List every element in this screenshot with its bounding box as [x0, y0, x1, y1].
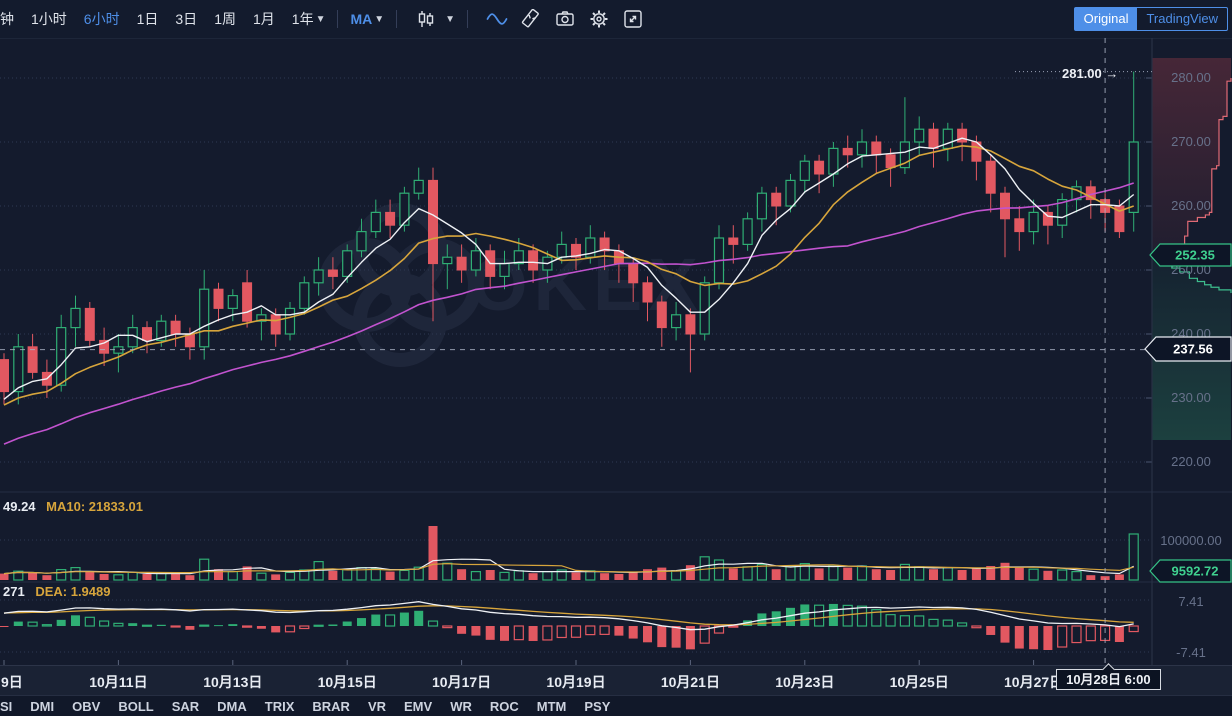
date-tick-10月19日: 10月19日 — [546, 672, 605, 692]
screenshot-camera-icon[interactable] — [552, 6, 578, 32]
timeframe-chevron-down-icon[interactable]: ▼ — [316, 14, 326, 25]
crosshair-time-tooltip: 10月28日 6:00 — [1056, 669, 1161, 690]
mode-option-original[interactable]: Original — [1075, 8, 1138, 30]
timeframe-1月[interactable]: 1月 — [253, 9, 275, 29]
date-tick-10月21日: 10月21日 — [661, 672, 720, 692]
timeframe-3日[interactable]: 3日 — [175, 9, 197, 29]
date-tick-10月15日: 10月15日 — [318, 672, 377, 692]
time-axis[interactable]: 9日 10月11日 10月13日 10月15日 10月17日 10月19日 10月21日 10… — [0, 665, 1232, 696]
line-chart-icon[interactable] — [484, 6, 510, 32]
timeframe-1日[interactable]: 1日 — [137, 9, 159, 29]
candlestick-style-icon[interactable] — [413, 6, 439, 32]
indicator-tab-VR[interactable]: VR — [368, 699, 386, 714]
toolbar-divider — [337, 10, 338, 28]
indicator-tab-ROC[interactable]: ROC — [490, 699, 519, 714]
timeframe-钟[interactable]: 钟 — [0, 9, 14, 29]
indicator-tab-TRIX[interactable]: TRIX — [265, 699, 295, 714]
timeframe-1小时[interactable]: 1小时 — [31, 9, 67, 29]
date-tick-10月13日: 10月13日 — [203, 672, 262, 692]
indicator-tab-DMI[interactable]: DMI — [30, 699, 54, 714]
indicator-tab-SAR[interactable]: SAR — [172, 699, 199, 714]
indicator-tab-EMV[interactable]: EMV — [404, 699, 432, 714]
trading-chart-app: 钟 1小时 6小时 1日 3日 1周 1月 1年 ▼ MA ▼ ▼ — [0, 0, 1232, 716]
timeframe-list: 钟 1小时 6小时 1日 3日 1周 1月 1年 — [0, 9, 314, 29]
chart-toolbar: 钟 1小时 6小时 1日 3日 1周 1月 1年 ▼ MA ▼ ▼ — [0, 0, 1232, 39]
date-tick-9日: 9日 — [1, 672, 23, 692]
date-tick-10月23日: 10月23日 — [775, 672, 834, 692]
indicator-tab-BRAR[interactable]: BRAR — [312, 699, 350, 714]
indicator-tab-WR[interactable]: WR — [450, 699, 472, 714]
chart-mode-toggle: OriginalTradingView — [1074, 7, 1228, 31]
ma-indicator-button[interactable]: MA — [350, 11, 372, 27]
indicator-tab-DMA[interactable]: DMA — [217, 699, 247, 714]
style-chevron-down-icon[interactable]: ▼ — [445, 14, 455, 25]
drawing-tools-ruler-icon[interactable] — [518, 6, 544, 32]
indicator-tab-BOLL[interactable]: BOLL — [118, 699, 153, 714]
settings-gear-icon[interactable] — [586, 6, 612, 32]
ma-chevron-down-icon[interactable]: ▼ — [374, 14, 384, 25]
toolbar-divider — [467, 10, 468, 28]
toolbar-divider — [396, 10, 397, 28]
timeframe-1年[interactable]: 1年 — [292, 9, 314, 29]
date-tick-10月17日: 10月17日 — [432, 672, 491, 692]
fullscreen-expand-icon[interactable] — [620, 6, 646, 32]
indicator-tab-OBV[interactable]: OBV — [72, 699, 100, 714]
indicator-tab-MTM[interactable]: MTM — [537, 699, 567, 714]
timeframe-6小时[interactable]: 6小时 — [84, 9, 120, 29]
date-tick-10月11日: 10月11日 — [89, 672, 147, 692]
mode-option-tradingview[interactable]: TradingView — [1137, 8, 1227, 30]
indicator-tab-PSY[interactable]: PSY — [584, 699, 610, 714]
indicator-tab-bar: SI DMI OBV BOLL SAR DMA TRIX BRAR VR EMV WR ROC MTM P… — [0, 695, 1232, 716]
timeframe-1周[interactable]: 1周 — [214, 9, 236, 29]
date-tick-10月27日: 10月27日 — [1004, 672, 1063, 692]
candlestick-chart[interactable]: OKEX — [0, 38, 1232, 665]
indicator-tab-SI[interactable]: SI — [0, 699, 12, 714]
date-tick-10月25日: 10月25日 — [890, 672, 949, 692]
